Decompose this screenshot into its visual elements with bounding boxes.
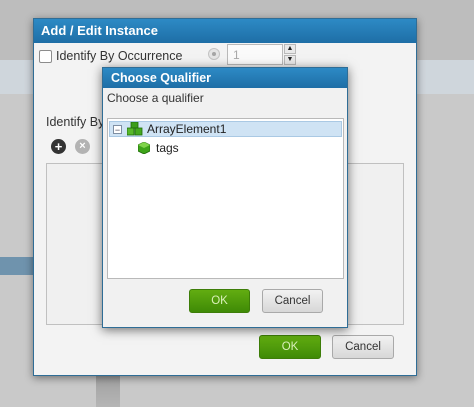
occurrence-radio[interactable]	[208, 48, 220, 60]
cancel-button[interactable]: Cancel	[332, 335, 394, 359]
tree-item-arrayelement1[interactable]: − ArrayElement1	[109, 121, 342, 137]
qualifier-tree[interactable]: − ArrayElement1 tags	[107, 118, 344, 279]
occurrence-stepper[interactable]: 1	[227, 44, 283, 65]
stepper-down-icon[interactable]: ▼	[284, 55, 296, 65]
choose-qualifier-prompt: Choose a qualifier	[107, 91, 204, 105]
tree-item-label: tags	[156, 141, 179, 155]
remove-icon[interactable]: ×	[75, 139, 90, 154]
cube-icon	[137, 141, 151, 155]
identify-by-label: Identify By	[46, 115, 105, 129]
dialog-title[interactable]: Choose Qualifier	[103, 68, 347, 88]
ok-button[interactable]: OK	[259, 335, 321, 359]
collapse-icon[interactable]: −	[113, 124, 122, 134]
ok-button[interactable]: OK	[189, 289, 250, 313]
background-app-divider	[96, 372, 120, 407]
dialog-title[interactable]: Add / Edit Instance	[34, 19, 416, 43]
tree-item-label: ArrayElement1	[147, 122, 227, 136]
cancel-button[interactable]: Cancel	[262, 289, 323, 313]
add-icon[interactable]: +	[51, 139, 66, 154]
identify-by-occurrence-row[interactable]: Identify By Occurrence	[39, 47, 182, 65]
stepper-up-icon[interactable]: ▲	[284, 44, 296, 54]
choose-qualifier-dialog: Choose Qualifier Choose a qualifier − Ar…	[102, 67, 348, 328]
identify-by-occurrence-checkbox[interactable]	[39, 49, 52, 63]
identify-by-occurrence-label: Identify By Occurrence	[56, 49, 183, 63]
cubes-icon	[126, 121, 143, 136]
tree-item-tags[interactable]: tags	[137, 140, 342, 156]
